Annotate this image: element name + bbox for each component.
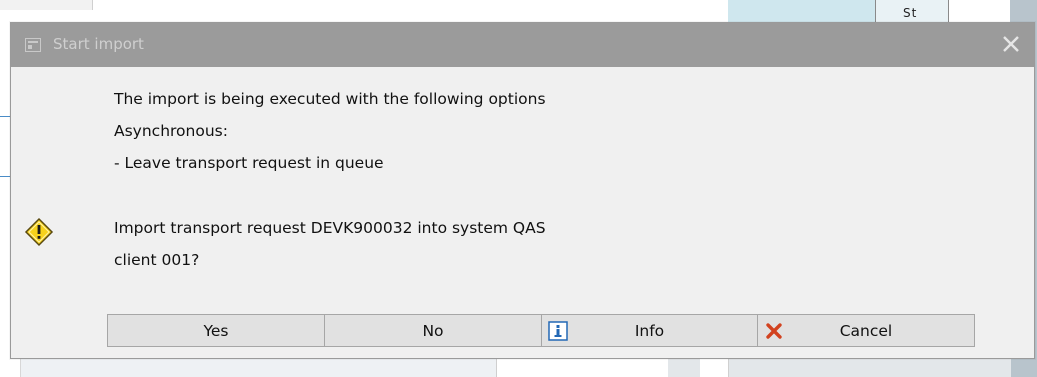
yes-button-label: Yes: [203, 322, 229, 340]
cancel-button[interactable]: Cancel: [757, 314, 975, 347]
background-bottom-cell: [496, 358, 669, 377]
start-import-dialog: Start import The import is being execute…: [10, 22, 1035, 359]
background-bottom-cell: [668, 358, 700, 377]
message-line: The import is being executed with the fo…: [114, 90, 546, 108]
message-line: Asynchronous:: [114, 122, 228, 140]
window-icon: [25, 38, 41, 52]
background-column-header: St: [875, 0, 949, 24]
dialog-title: Start import: [53, 35, 144, 53]
yes-button[interactable]: Yes: [107, 314, 325, 347]
background-table-cell: [728, 0, 875, 24]
info-button[interactable]: Info: [541, 314, 758, 347]
dialog-button-row: Yes No Info Cancel: [107, 314, 975, 347]
background-bottom-cell: [728, 358, 1011, 377]
message-line: - Leave transport request in queue: [114, 154, 384, 172]
dialog-titlebar[interactable]: Start import: [11, 23, 1034, 67]
warning-icon: [24, 217, 54, 247]
message-line: client 001?: [114, 251, 200, 269]
no-button-label: No: [422, 322, 444, 340]
background-bottom-cell: [20, 358, 497, 377]
close-icon: [1003, 36, 1019, 52]
screen: St Start import The import is being exec…: [0, 0, 1037, 377]
background-column-header-text: St: [903, 6, 918, 20]
message-line: Import transport request DEVK900032 into…: [114, 219, 546, 237]
cancel-button-label: Cancel: [839, 322, 893, 340]
close-button[interactable]: [998, 31, 1024, 57]
info-button-label: Info: [634, 322, 665, 340]
background-panel: [0, 0, 93, 10]
no-button[interactable]: No: [324, 314, 542, 347]
